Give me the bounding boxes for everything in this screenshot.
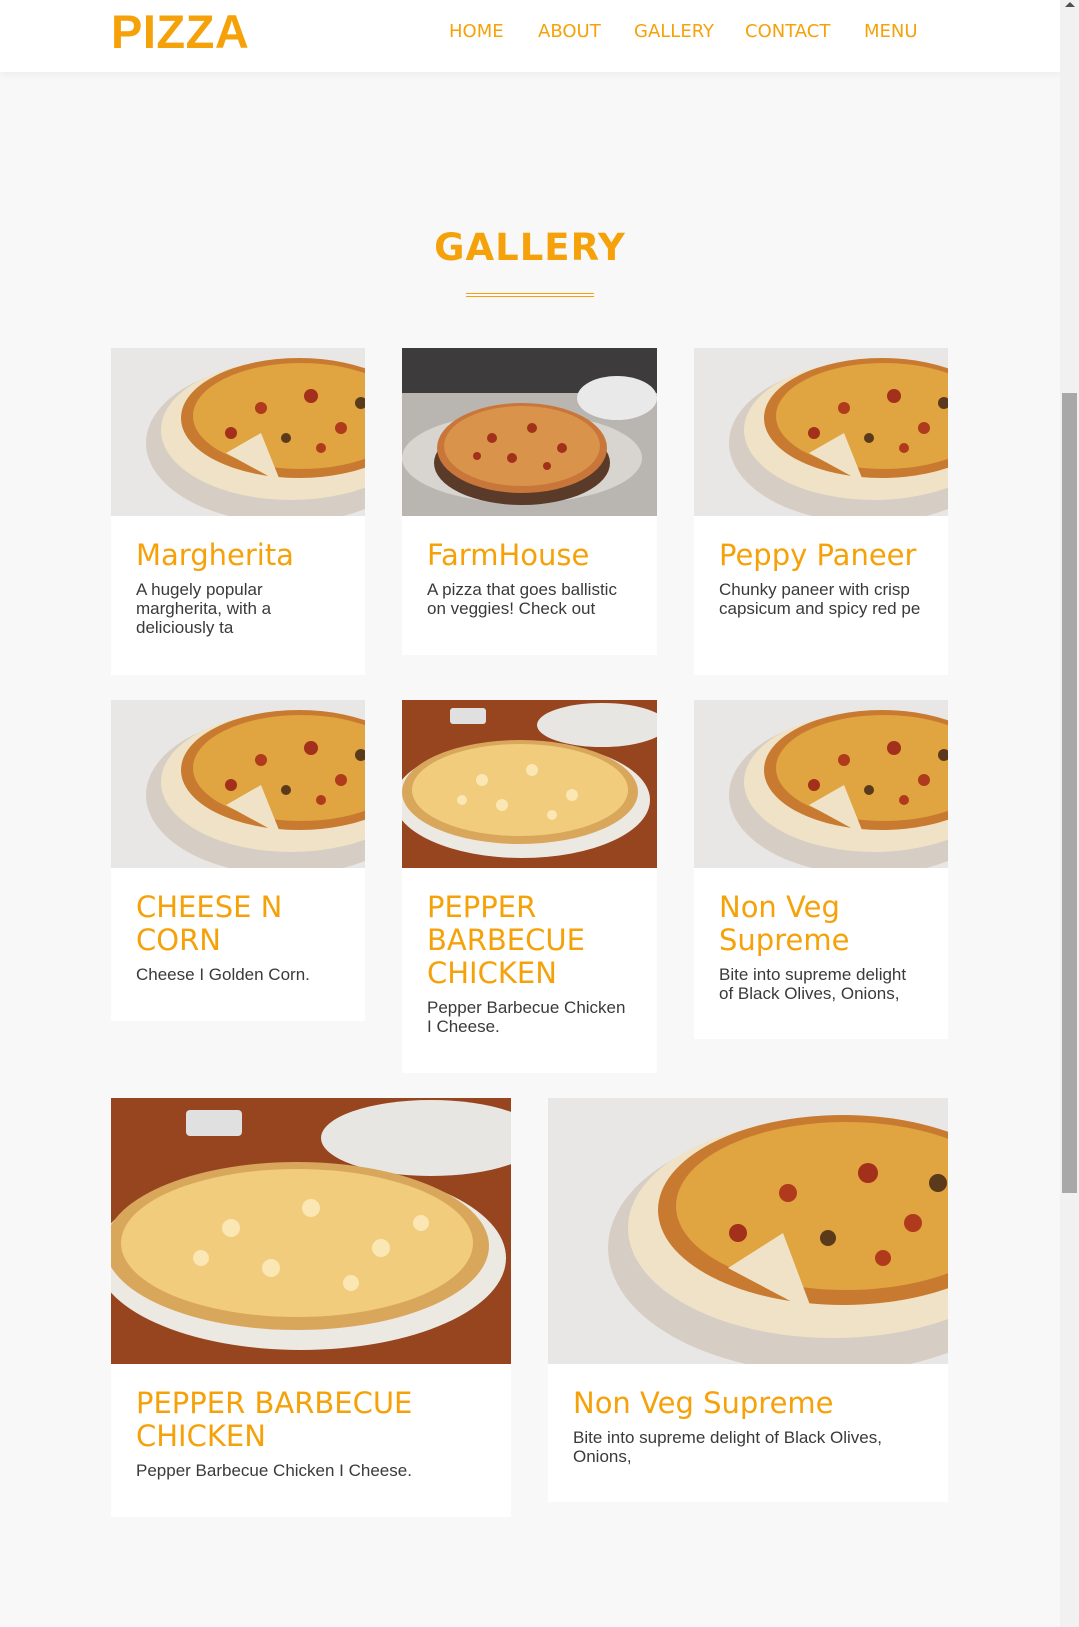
gallery-card[interactable]: CHEESE N CORN Cheese I Golden Corn. <box>111 700 365 1021</box>
pizza-image <box>111 1098 511 1364</box>
card-title: Margherita <box>136 538 294 572</box>
pizza-image <box>402 348 657 516</box>
pizza-image <box>694 700 948 868</box>
card-title: CHEESE N CORN <box>136 890 283 957</box>
pizza-image <box>402 700 657 868</box>
card-title: PEPPER BARBECUE CHICKEN <box>427 890 585 990</box>
nav-menu[interactable]: MENU <box>864 18 918 46</box>
pizza-image <box>548 1098 948 1364</box>
card-description: Bite into supreme delight of Black Olive… <box>719 965 907 1003</box>
pizza-image <box>694 348 948 516</box>
nav-home[interactable]: HOME <box>449 18 504 46</box>
card-title: Peppy Paneer <box>719 538 917 572</box>
gallery-card[interactable]: Non Veg Supreme Bite into supreme deligh… <box>548 1098 948 1502</box>
gallery-card[interactable]: Margherita A hugely popular margherita, … <box>111 348 365 675</box>
card-description: Cheese I Golden Corn. <box>136 965 310 984</box>
card-body: FarmHouse A pizza that goes ballistic on… <box>402 538 657 619</box>
title-underline <box>466 293 594 297</box>
card-body: CHEESE N CORN Cheese I Golden Corn. <box>111 890 365 985</box>
card-title: PEPPER BARBECUE CHICKEN <box>136 1386 413 1453</box>
gallery-title: GALLERY <box>434 226 626 269</box>
card-body: PEPPER BARBECUE CHICKEN Pepper Barbecue … <box>402 890 657 1037</box>
scrollbar-thumb[interactable] <box>1062 393 1077 1193</box>
card-description: Pepper Barbecue Chicken I Cheese. <box>136 1461 412 1480</box>
card-description: Chunky paneer with crisp capsicum and sp… <box>719 580 921 618</box>
vertical-scrollbar[interactable] <box>1060 0 1079 1627</box>
pizza-image <box>111 348 365 516</box>
gallery-card[interactable]: FarmHouse A pizza that goes ballistic on… <box>402 348 657 655</box>
gallery-card[interactable]: Peppy Paneer Chunky paneer with crisp ca… <box>694 348 948 675</box>
pizza-image <box>111 700 365 868</box>
card-title: Non Veg Supreme <box>719 890 850 957</box>
gallery-card[interactable]: PEPPER BARBECUE CHICKEN Pepper Barbecue … <box>111 1098 511 1517</box>
card-body: Peppy Paneer Chunky paneer with crisp ca… <box>694 538 948 619</box>
page: PIZZA HOME ABOUT GALLERY CONTACT MENU GA… <box>0 0 1060 1627</box>
nav-about[interactable]: ABOUT <box>538 18 601 46</box>
card-description: Bite into supreme delight of Black Olive… <box>573 1428 882 1466</box>
card-title: Non Veg Supreme <box>573 1386 834 1420</box>
site-header: PIZZA HOME ABOUT GALLERY CONTACT MENU <box>0 0 1060 72</box>
nav-contact[interactable]: CONTACT <box>745 18 830 46</box>
gallery-card[interactable]: Non Veg Supreme Bite into supreme deligh… <box>694 700 948 1039</box>
card-description: A pizza that goes ballistic on veggies! … <box>427 580 617 618</box>
card-description: A hugely popular margherita, with a deli… <box>136 580 272 637</box>
gallery-card[interactable]: PEPPER BARBECUE CHICKEN Pepper Barbecue … <box>402 700 657 1073</box>
card-body: PEPPER BARBECUE CHICKEN Pepper Barbecue … <box>111 1386 511 1481</box>
scroll-up-arrow-icon[interactable] <box>1065 2 1075 7</box>
card-body: Non Veg Supreme Bite into supreme deligh… <box>694 890 948 1004</box>
card-body: Margherita A hugely popular margherita, … <box>111 538 365 638</box>
card-title: FarmHouse <box>427 538 590 572</box>
nav-gallery[interactable]: GALLERY <box>634 18 714 46</box>
main-nav: HOME ABOUT GALLERY CONTACT MENU <box>0 18 1060 46</box>
card-body: Non Veg Supreme Bite into supreme deligh… <box>548 1386 948 1467</box>
card-description: Pepper Barbecue Chicken I Cheese. <box>427 998 626 1036</box>
